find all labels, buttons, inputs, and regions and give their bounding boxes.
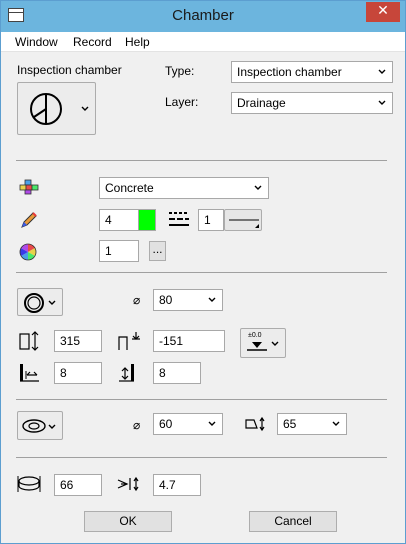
type-label: Type: xyxy=(165,64,195,78)
layer-select[interactable]: Drainage xyxy=(231,92,393,114)
linetype-number-field[interactable]: 1 xyxy=(198,209,224,231)
ring-field[interactable]: 66 xyxy=(54,474,102,496)
menu-record[interactable]: Record xyxy=(73,35,112,49)
ok-button[interactable]: OK xyxy=(84,511,172,532)
chevron-down-icon xyxy=(81,106,89,111)
browse-color-button[interactable]: ... xyxy=(149,241,166,261)
pen-icon xyxy=(21,212,37,228)
layer-select-value: Drainage xyxy=(237,96,286,110)
material-icon xyxy=(19,179,39,195)
cover-depth-value: 65 xyxy=(283,417,297,431)
separator xyxy=(16,399,387,400)
shaft-diameter-select[interactable]: 80 xyxy=(153,289,223,311)
level-reference-label: ±0.0 xyxy=(248,332,262,339)
separator xyxy=(16,457,387,458)
cancel-button[interactable]: Cancel xyxy=(249,511,337,532)
chamber-dialog: Chamber ✕ Window Record Help Inspection … xyxy=(0,0,406,544)
shaft-diameter-value: 80 xyxy=(159,293,173,307)
wall-thickness-field[interactable]: 8 xyxy=(54,362,102,384)
circle-shape-icon xyxy=(24,293,44,313)
chevron-down-icon xyxy=(332,421,340,426)
separator xyxy=(16,272,387,273)
chevron-down-icon xyxy=(208,421,216,426)
layer-label: Layer: xyxy=(165,95,199,109)
cover-diameter-select[interactable]: 60 xyxy=(153,413,223,435)
line-sample-icon xyxy=(229,219,259,228)
linetype-icon xyxy=(169,212,189,226)
menu-window[interactable]: Window xyxy=(15,35,58,49)
chamber-symbol-icon xyxy=(30,93,62,125)
cover-shape-combo[interactable] xyxy=(17,411,63,440)
shaft-level-field[interactable]: -151 xyxy=(153,330,225,352)
color-wheel-icon xyxy=(19,243,37,261)
level-reference-icon xyxy=(247,342,267,351)
type-select-value: Inspection chamber xyxy=(237,65,342,79)
chamber-type-label: Inspection chamber xyxy=(17,63,122,77)
level-reference-combo[interactable]: ±0.0 xyxy=(240,328,286,358)
chevron-down-icon xyxy=(271,341,279,346)
title-bar: Chamber ✕ xyxy=(1,1,405,32)
wall-thickness-icon xyxy=(20,364,39,382)
cover-diameter-symbol: ⌀ xyxy=(133,418,141,432)
chamber-symbol-combo[interactable] xyxy=(17,82,96,135)
layer-color-field[interactable]: 1 xyxy=(99,240,139,262)
shaft-shape-combo[interactable] xyxy=(17,288,63,316)
slope-icon xyxy=(117,476,139,492)
height-icon xyxy=(19,331,39,351)
cover-depth-icon xyxy=(245,416,265,432)
pen-color-number-field[interactable]: 4 xyxy=(99,209,139,231)
cover-depth-select[interactable]: 65 xyxy=(277,413,347,435)
shaft-height-field[interactable]: 315 xyxy=(54,330,102,352)
chevron-down-icon xyxy=(378,69,386,74)
type-select[interactable]: Inspection chamber xyxy=(231,61,393,83)
chevron-down-icon xyxy=(48,424,56,429)
pen-color-swatch[interactable] xyxy=(138,209,156,231)
oval-shape-icon xyxy=(22,419,46,433)
separator xyxy=(16,160,387,161)
slope-field[interactable]: 4.7 xyxy=(153,474,201,496)
menu-help[interactable]: Help xyxy=(125,35,150,49)
cover-diameter-value: 60 xyxy=(159,417,173,431)
chevron-down-icon xyxy=(254,185,262,190)
material-select-value: Concrete xyxy=(105,181,154,195)
base-thickness-icon xyxy=(119,364,134,382)
window-title: Chamber xyxy=(172,7,234,24)
ring-icon xyxy=(17,476,41,492)
diameter-symbol: ⌀ xyxy=(133,293,141,307)
base-thickness-field[interactable]: 8 xyxy=(153,362,201,384)
chevron-down-icon xyxy=(48,300,56,305)
material-select[interactable]: Concrete xyxy=(99,177,269,199)
level-icon xyxy=(118,332,140,350)
chevron-down-icon xyxy=(378,100,386,105)
linetype-picker[interactable] xyxy=(224,209,262,231)
menu-bar: Window Record Help xyxy=(1,32,405,52)
chevron-down-icon xyxy=(208,297,216,302)
close-button[interactable]: ✕ xyxy=(366,2,400,22)
